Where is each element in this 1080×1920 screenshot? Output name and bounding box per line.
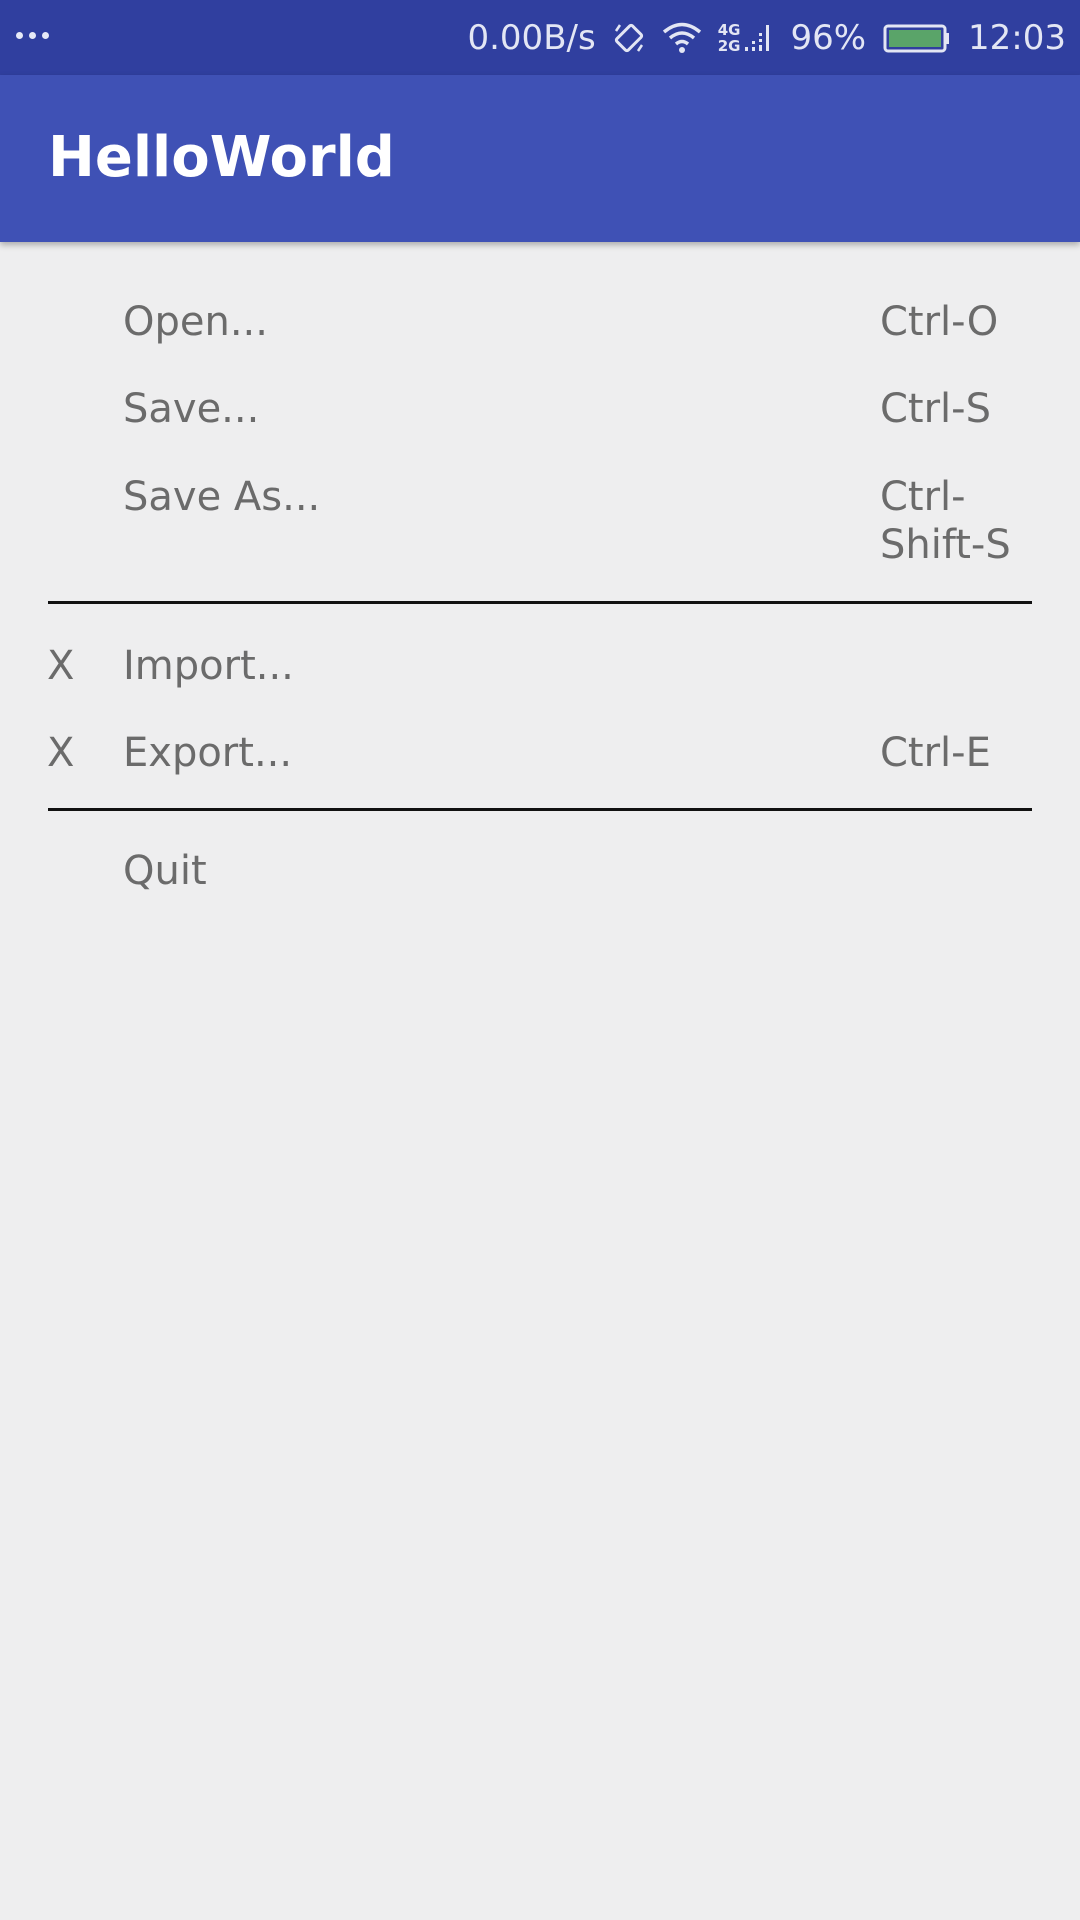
clock: 12:03 — [968, 17, 1066, 58]
menu-item-shortcut: Ctrl-E — [880, 730, 991, 776]
signal-group: 4G 2G — [718, 21, 775, 55]
battery-percent: 96% — [790, 17, 867, 58]
screen-rotation-icon — [612, 21, 646, 55]
network-type-top: 4G — [717, 20, 741, 39]
menu-divider — [48, 808, 1032, 811]
menu-item-shortcut: Ctrl-O — [880, 299, 999, 345]
menu-item-label: Save As... — [123, 474, 321, 520]
menu-item-label: Export... — [123, 730, 293, 776]
menu-item-check: X — [47, 643, 75, 689]
menu-item-shortcut: Ctrl-S — [880, 386, 991, 432]
menu-item-label: Save... — [123, 386, 260, 432]
app-title: HelloWorld — [48, 125, 395, 190]
menu-item-label: Import... — [123, 643, 294, 689]
signal-icon — [744, 21, 774, 55]
menu-item-label: Open... — [123, 299, 268, 345]
more-dots-icon — [16, 32, 49, 42]
wifi-icon — [662, 21, 702, 55]
network-speed: 0.00B/s — [467, 17, 596, 58]
app-bar: HelloWorld — [0, 75, 1080, 242]
network-type: 4G 2G — [718, 22, 741, 54]
network-type-bottom: 2G — [717, 36, 741, 55]
menu-item-shortcut: Ctrl- Shift-S — [880, 474, 1011, 568]
menu-item-check: X — [47, 730, 75, 776]
menu-divider — [48, 601, 1032, 604]
status-bar: 0.00B/s 4G 2G 96% 12:03 — [0, 0, 1080, 75]
menu-item-label: Quit — [123, 848, 207, 894]
battery-icon — [882, 21, 952, 55]
status-icons: 0.00B/s 4G 2G 96% 12:03 — [467, 0, 1066, 75]
